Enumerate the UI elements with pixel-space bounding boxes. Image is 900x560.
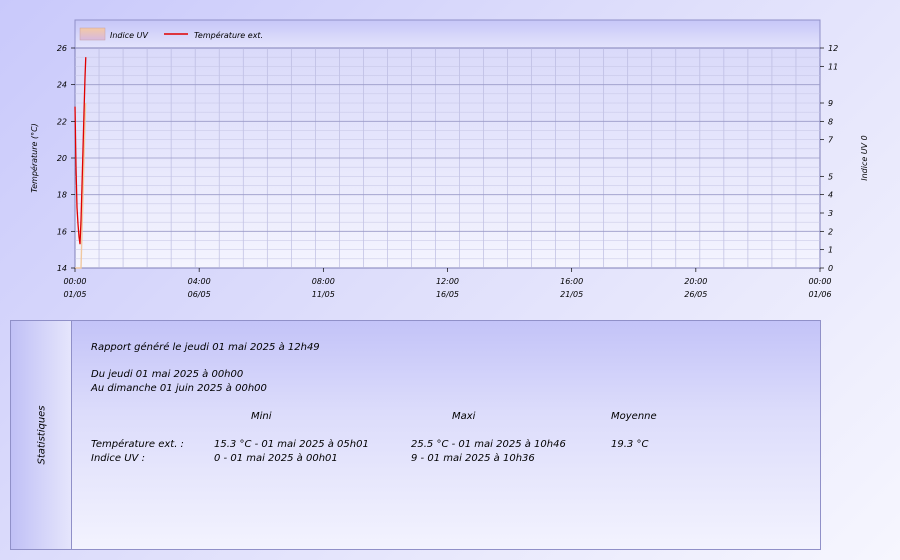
stats-panel: Rapport généré le jeudi 01 mai 2025 à 12…: [71, 320, 821, 550]
y2-axis-title: Indice UV 0: [860, 135, 869, 181]
x-tick-date: 26/05: [684, 290, 707, 299]
period-end-text: Au dimanche 01 juin 2025 à 00h00: [91, 383, 267, 394]
y2-tick-label: 5: [828, 172, 833, 181]
stats-row-max: 25.5 °C - 01 mai 2025 à 10h46: [411, 439, 566, 450]
stats-row-max: 9 - 01 mai 2025 à 10h36: [411, 453, 535, 464]
y-tick-label: 14: [57, 264, 67, 273]
legend-label-temperature: Température ext.: [194, 30, 263, 40]
y-tick-label: 18: [57, 191, 67, 200]
legend-label-uv: Indice UV: [110, 31, 148, 40]
y-tick-label: 26: [57, 44, 67, 53]
period-start-text: Du jeudi 01 mai 2025 à 00h00: [91, 369, 244, 380]
x-tick-time: 12:00: [436, 277, 459, 286]
x-tick-time: 00:00: [63, 277, 86, 286]
stats-side-panel: Statistiques: [10, 320, 72, 550]
x-tick-time: 20:00: [684, 277, 707, 286]
column-header-min: Mini: [251, 411, 272, 422]
y2-tick-label: 9: [828, 99, 833, 108]
y-tick-label: 16: [57, 227, 67, 236]
column-header-avg: Moyenne: [611, 411, 657, 422]
x-tick-date: 16/05: [436, 290, 459, 299]
y2-tick-label: 11: [828, 62, 838, 71]
legend-swatch-uv: [79, 27, 106, 41]
x-tick-date: 01/06: [808, 290, 831, 299]
stats-row-avg: 19.3 °C: [611, 439, 649, 450]
y-tick-label: 24: [57, 81, 67, 90]
y2-tick-label: 0: [828, 264, 833, 273]
y-tick-label: 20: [57, 154, 67, 163]
y-tick-label: 22: [57, 117, 67, 126]
y2-tick-label: 12: [828, 44, 838, 53]
x-tick-date: 11/05: [312, 290, 335, 299]
y-axis-title: Température (°C): [29, 123, 39, 193]
y2-tick-label: 2: [828, 227, 833, 236]
x-tick-time: 08:00: [312, 277, 335, 286]
y2-tick-label: 1: [828, 246, 833, 255]
stats-row-min: 0 - 01 mai 2025 à 00h01: [214, 453, 338, 464]
chart: 14161820222426012345789111200:0001/0504:…: [29, 19, 869, 299]
x-tick-time: 00:00: [808, 277, 831, 286]
y2-tick-label: 3: [828, 209, 833, 218]
stats-row-label: Indice UV :: [91, 453, 145, 464]
stats-side-label: Statistiques: [36, 405, 47, 465]
y2-tick-label: 4: [828, 191, 833, 200]
x-tick-date: 01/05: [63, 290, 86, 299]
x-tick-time: 04:00: [188, 277, 211, 286]
column-header-max: Maxi: [452, 411, 476, 422]
x-tick-date: 06/05: [188, 290, 211, 299]
x-tick-time: 16:00: [560, 277, 583, 286]
report-generated-text: Rapport généré le jeudi 01 mai 2025 à 12…: [91, 342, 320, 353]
y2-tick-label: 7: [828, 136, 834, 145]
y2-tick-label: 8: [828, 117, 833, 126]
stats-row-min: 15.3 °C - 01 mai 2025 à 05h01: [214, 439, 369, 450]
x-tick-date: 21/05: [560, 290, 583, 299]
stats-row-label: Température ext. :: [91, 439, 184, 450]
